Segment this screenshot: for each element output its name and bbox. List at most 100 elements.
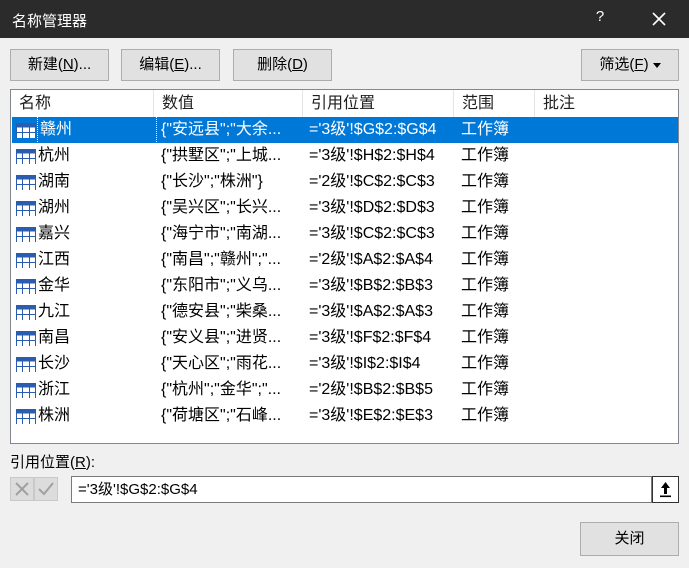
list-row[interactable]: 金华 {"东阳市";"义乌... ='3级'!$B$2:$B$3 工作簿 [12, 273, 678, 299]
new-button-suffix: )... [73, 56, 92, 73]
row-comment [542, 195, 672, 221]
row-refers-to: ='3级'!$A$2:$A$3 [309, 303, 433, 320]
row-comment [542, 117, 672, 143]
named-range-icon [16, 356, 36, 372]
row-name: 九江 [38, 303, 71, 320]
row-name: 湖州 [38, 199, 71, 216]
named-range-icon [16, 122, 36, 138]
row-comment [542, 351, 672, 377]
row-scope: 工作簿 [461, 303, 510, 320]
edit-button[interactable]: 编辑(E)... [121, 49, 220, 81]
filter-button[interactable]: 筛选(F) [581, 49, 679, 81]
column-header-value[interactable]: 数值 [154, 90, 303, 117]
row-value: {"荷塘区";"石峰... [161, 407, 282, 424]
new-button[interactable]: 新建(N)... [10, 49, 109, 81]
named-range-icon [16, 408, 36, 424]
row-value: {"南昌";"赣州";"... [161, 251, 281, 268]
named-range-icon [16, 252, 36, 268]
column-header-scope[interactable]: 范围 [454, 90, 535, 117]
column-header-name[interactable]: 名称 [11, 90, 154, 117]
row-refers-to: ='3级'!$E$2:$E$3 [309, 407, 433, 424]
list-row[interactable]: 湖南 {"长沙";"株洲"} ='2级'!$C$2:$C$3 工作簿 [12, 169, 678, 195]
list-row[interactable]: 赣州 {"安远县";"大余... ='3级'!$G$2:$G$4 工作簿 [12, 116, 678, 144]
delete-button[interactable]: 删除(D) [233, 49, 332, 81]
row-refers-to: ='3级'!$C$2:$C$3 [309, 225, 435, 242]
named-range-icon [16, 304, 36, 320]
row-comment [542, 247, 672, 273]
row-comment [542, 403, 672, 429]
refers-to-label: 引用位置(R): [10, 451, 95, 472]
list-row[interactable]: 嘉兴 {"海宁市";"南湖... ='3级'!$C$2:$C$3 工作簿 [12, 221, 678, 247]
row-scope: 工作簿 [461, 121, 510, 138]
row-refers-to: ='2级'!$C$2:$C$3 [309, 173, 435, 190]
list-row[interactable]: 长沙 {"天心区";"雨花... ='3级'!$I$2:$I$4 工作簿 [12, 351, 678, 377]
filter-button-accesskey: F [634, 56, 644, 73]
row-refers-to: ='3级'!$I$2:$I$4 [309, 355, 421, 372]
refers-to-input[interactable]: ='3级'!$G$2:$G$4 [71, 476, 652, 503]
row-name: 长沙 [38, 355, 71, 372]
row-scope: 工作簿 [461, 251, 510, 268]
edit-button-label: 编辑( [139, 56, 175, 73]
names-list[interactable]: 名称 数值 引用位置 范围 批注 赣州 {"安远县";"大余... ='3级'!… [10, 89, 679, 444]
named-range-icon [16, 174, 36, 190]
row-name: 浙江 [38, 381, 71, 398]
help-button[interactable]: ? [588, 8, 612, 30]
row-name: 株洲 [38, 407, 71, 424]
delete-button-suffix: ) [302, 56, 308, 73]
row-name: 南昌 [38, 329, 71, 346]
row-refers-to: ='3级'!$B$2:$B$3 [309, 277, 433, 294]
edit-button-accesskey: E [174, 56, 185, 73]
collapse-arrow-icon [660, 482, 671, 498]
title-bar: 名称管理器 ? [0, 0, 689, 38]
column-header-refers-to[interactable]: 引用位置 [303, 90, 454, 117]
new-button-accesskey: N [62, 56, 74, 73]
row-name: 金华 [38, 277, 71, 294]
row-value: {"拱墅区";"上城... [161, 147, 282, 164]
list-row[interactable]: 杭州 {"拱墅区";"上城... ='3级'!$H$2:$H$4 工作簿 [12, 143, 678, 169]
row-scope: 工作簿 [461, 173, 510, 190]
row-refers-to: ='2级'!$A$2:$A$4 [309, 251, 433, 268]
dropdown-arrow-icon [652, 62, 661, 68]
row-value: {"德安县";"柴桑... [161, 303, 282, 320]
row-name: 湖南 [38, 173, 71, 190]
list-row[interactable]: 九江 {"德安县";"柴桑... ='3级'!$A$2:$A$3 工作簿 [12, 299, 678, 325]
cancel-edit-button[interactable] [10, 477, 34, 501]
row-comment [542, 221, 672, 247]
row-name: 江西 [38, 251, 71, 268]
row-refers-to: ='3级'!$D$2:$D$3 [309, 199, 435, 216]
list-row[interactable]: 浙江 {"杭州";"金华";"... ='2级'!$B$2:$B$5 工作簿 [12, 377, 678, 403]
row-value: {"安义县";"进贤... [161, 329, 282, 346]
list-row[interactable]: 江西 {"南昌";"赣州";"... ='2级'!$A$2:$A$4 工作簿 [12, 247, 678, 273]
column-header-comment[interactable]: 批注 [535, 90, 678, 117]
edit-button-suffix: )... [184, 56, 202, 73]
delete-button-label: 删除( [257, 56, 293, 73]
close-button[interactable]: 关闭 [580, 522, 679, 556]
close-icon[interactable] [645, 5, 673, 33]
row-name: 赣州 [37, 116, 157, 144]
row-scope: 工作簿 [461, 407, 510, 424]
list-row[interactable]: 南昌 {"安义县";"进贤... ='3级'!$F$2:$F$4 工作簿 [12, 325, 678, 351]
row-refers-to: ='3级'!$F$2:$F$4 [309, 329, 432, 346]
list-row[interactable]: 株洲 {"荷塘区";"石峰... ='3级'!$E$2:$E$3 工作簿 [12, 403, 678, 429]
named-range-icon [16, 200, 36, 216]
row-comment [542, 299, 672, 325]
row-refers-to: ='3级'!$H$2:$H$4 [309, 147, 435, 164]
row-comment [542, 273, 672, 299]
row-value: {"长沙";"株洲"} [161, 173, 263, 190]
window-title: 名称管理器 [12, 13, 88, 30]
named-range-icon [16, 382, 36, 398]
refers-to-accesskey: R [75, 454, 86, 471]
named-range-icon [16, 148, 36, 164]
row-comment [542, 325, 672, 351]
check-icon [38, 482, 54, 496]
row-name: 嘉兴 [38, 225, 71, 242]
collapse-dialog-button[interactable] [652, 476, 679, 503]
row-scope: 工作簿 [461, 355, 510, 372]
row-value: {"天心区";"雨花... [161, 355, 282, 372]
list-row[interactable]: 湖州 {"吴兴区";"长兴... ='3级'!$D$2:$D$3 工作簿 [12, 195, 678, 221]
confirm-edit-button[interactable] [34, 477, 58, 501]
row-value: {"安远县";"大余... [161, 121, 282, 138]
filter-button-suffix: ) [643, 56, 649, 73]
list-header: 名称 数值 引用位置 范围 批注 [11, 90, 678, 117]
row-value: {"吴兴区";"长兴... [161, 199, 282, 216]
